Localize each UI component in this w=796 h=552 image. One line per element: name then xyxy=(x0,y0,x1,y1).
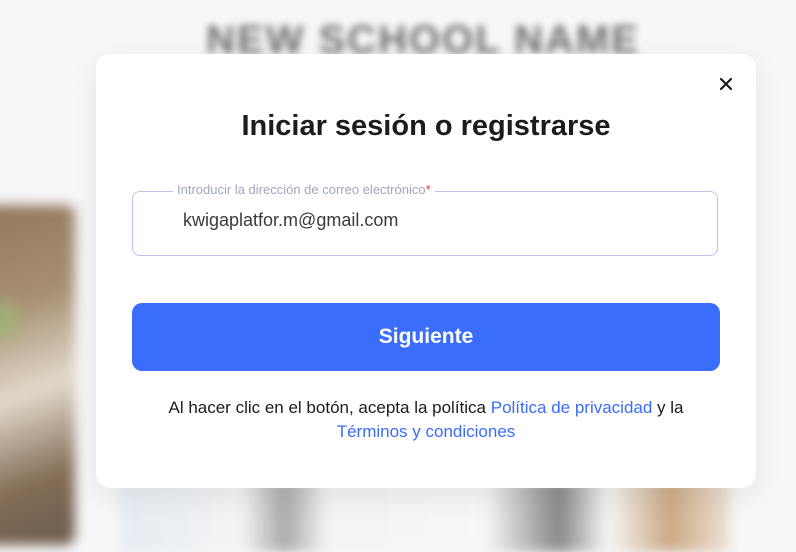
email-field-label-text: Introducir la dirección de correo electr… xyxy=(177,182,426,197)
email-field-label: Introducir la dirección de correo electr… xyxy=(173,182,435,197)
next-button[interactable]: Siguiente xyxy=(132,303,720,371)
close-button[interactable] xyxy=(714,72,738,96)
consent-text-between: y la xyxy=(652,398,684,417)
consent-text-before: Al hacer clic en el botón, acepta la pol… xyxy=(168,398,491,417)
modal-title: Iniciar sesión o registrarse xyxy=(241,110,611,142)
terms-link[interactable]: Términos y condiciones xyxy=(337,422,516,441)
privacy-policy-link[interactable]: Política de privacidad xyxy=(491,398,653,417)
consent-text: Al hacer clic en el botón, acepta la pol… xyxy=(126,396,726,444)
login-modal: Iniciar sesión o registrarse Introducir … xyxy=(96,54,756,488)
close-icon xyxy=(719,77,733,91)
email-input[interactable] xyxy=(183,210,683,231)
email-field[interactable]: Introducir la dirección de correo electr… xyxy=(132,182,718,256)
required-mark: * xyxy=(425,182,431,197)
